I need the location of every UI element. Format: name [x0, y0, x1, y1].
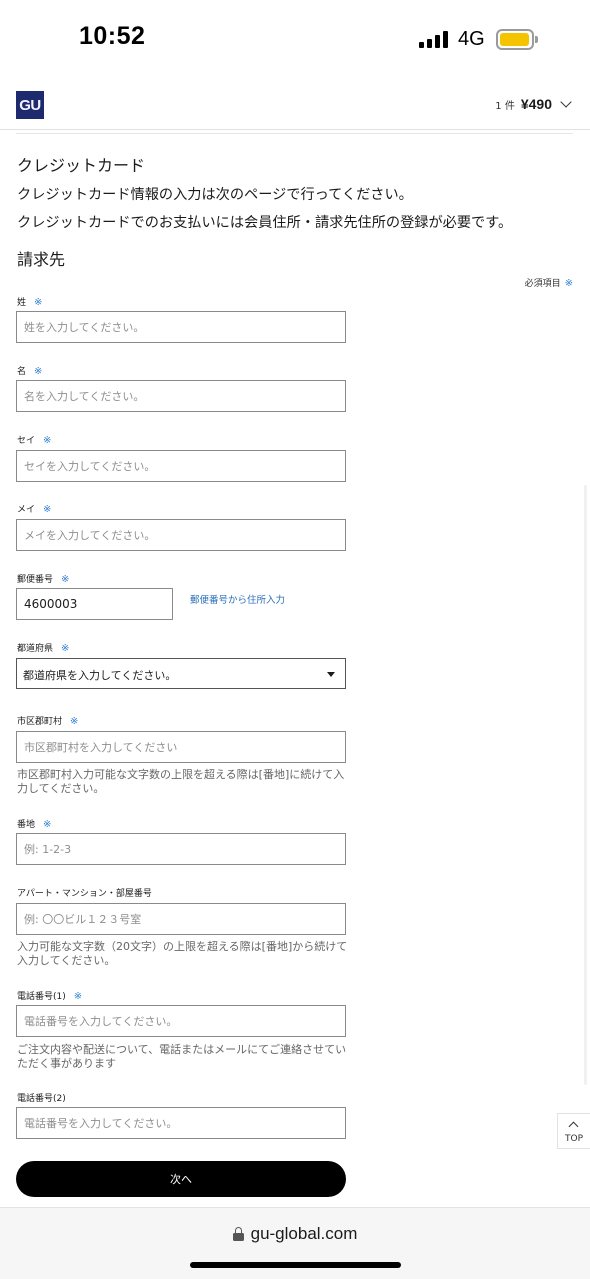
- phone1-help-text: ご注文内容や配送について、電話またはメールにてご連絡させていただく事があります: [17, 1043, 347, 1070]
- city-input[interactable]: [16, 731, 346, 763]
- required-mark: ※: [43, 819, 52, 830]
- required-mark: ※: [43, 435, 52, 446]
- battery-tip: [535, 36, 538, 43]
- first-kana-input[interactable]: [16, 519, 346, 551]
- back-to-top-label: TOP: [564, 1134, 583, 1144]
- last-name-label-text: 姓: [17, 298, 27, 308]
- postal-label: 郵便番号 ※: [17, 572, 69, 585]
- site-header: GU 1 件 ¥490: [0, 80, 590, 130]
- required-mark: ※: [34, 366, 43, 377]
- prefecture-select[interactable]: 都道府県を入力してください。: [16, 658, 346, 689]
- last-kana-label-text: セイ: [17, 436, 36, 446]
- first-name-label-text: 名: [17, 367, 27, 377]
- phone1-label: 電話番号(1) ※: [17, 989, 82, 1002]
- battery-icon: [496, 29, 534, 50]
- battery-level: [500, 33, 529, 46]
- required-mark: ※: [34, 297, 43, 308]
- chevron-down-icon: [560, 96, 572, 108]
- city-help-text: 市区郡町村入力可能な文字数の上限を超える際は[番地]に続けて入力してください。: [17, 768, 345, 795]
- first-name-input[interactable]: [16, 380, 346, 412]
- required-mark: ※: [564, 278, 573, 289]
- url-display[interactable]: gu-global.com: [0, 1224, 590, 1244]
- status-bar: 10:52 4G: [0, 0, 590, 80]
- first-kana-label: メイ ※: [17, 502, 51, 515]
- payment-method-title: クレジットカード: [17, 156, 146, 175]
- street-label: 番地 ※: [17, 817, 51, 830]
- prefecture-selected-value: 都道府県を入力してください。: [23, 669, 177, 682]
- back-to-top-button[interactable]: TOP: [557, 1113, 590, 1149]
- required-mark: ※: [61, 643, 70, 654]
- cart-total: ¥490: [520, 96, 552, 112]
- city-label: 市区郡町村 ※: [17, 714, 78, 727]
- required-mark: ※: [73, 991, 83, 1002]
- signal-icon: [419, 31, 449, 48]
- phone2-label: 電話番号(2): [17, 1094, 66, 1104]
- network-type: 4G: [458, 28, 485, 50]
- cart-count: 1 件: [495, 100, 515, 112]
- caret-down-icon: [327, 672, 335, 677]
- scrollbar[interactable]: [584, 485, 587, 1085]
- cart-summary[interactable]: 1 件 ¥490: [495, 96, 572, 112]
- billing-title: 請求先: [17, 250, 66, 269]
- postal-label-text: 郵便番号: [17, 575, 54, 585]
- required-note-label: 必須項目: [524, 279, 561, 289]
- last-kana-input[interactable]: [16, 450, 346, 482]
- street-input[interactable]: [16, 833, 346, 865]
- building-input[interactable]: [16, 903, 346, 935]
- phone2-input[interactable]: [16, 1107, 346, 1139]
- last-kana-label: セイ ※: [17, 433, 51, 446]
- required-mark: ※: [70, 716, 79, 727]
- required-note: 必須項目 ※: [525, 276, 573, 289]
- required-mark: ※: [61, 574, 70, 585]
- next-button[interactable]: 次へ: [16, 1161, 346, 1197]
- last-name-input[interactable]: [16, 311, 346, 343]
- first-name-label: 名 ※: [17, 364, 42, 377]
- prefecture-label: 都道府県 ※: [17, 641, 69, 654]
- prefecture-label-text: 都道府県: [17, 644, 54, 654]
- url-text: gu-global.com: [250, 1224, 358, 1243]
- phone1-label-text: 電話番号(1): [17, 992, 66, 1002]
- city-label-text: 市区郡町村: [17, 717, 63, 727]
- street-label-text: 番地: [17, 820, 36, 830]
- postal-code-input[interactable]: [16, 588, 173, 620]
- building-label: アパート・マンション・部屋番号: [17, 889, 152, 899]
- building-help-text: 入力可能な文字数（20文字）の上限を超える際は[番地]から続けて入力してください…: [17, 940, 348, 967]
- last-name-label: 姓 ※: [17, 295, 42, 308]
- first-kana-label-text: メイ: [17, 505, 36, 515]
- payment-info-1: クレジットカード情報の入力は次のページで行ってください。: [17, 187, 413, 203]
- postal-lookup-link[interactable]: 郵便番号から住所入力: [190, 592, 285, 606]
- chevron-up-icon: [568, 1121, 579, 1132]
- status-time: 10:52: [79, 22, 146, 50]
- home-indicator[interactable]: [190, 1262, 401, 1268]
- browser-address-bar[interactable]: gu-global.com: [0, 1207, 590, 1279]
- payment-info-2: クレジットカードでのお支払いには会員住所・請求先住所の登録が必要です。: [17, 215, 513, 231]
- phone1-input[interactable]: [16, 1005, 346, 1037]
- lock-icon: [232, 1227, 244, 1241]
- required-mark: ※: [43, 504, 52, 515]
- divider: [16, 133, 573, 134]
- gu-logo[interactable]: GU: [16, 91, 44, 119]
